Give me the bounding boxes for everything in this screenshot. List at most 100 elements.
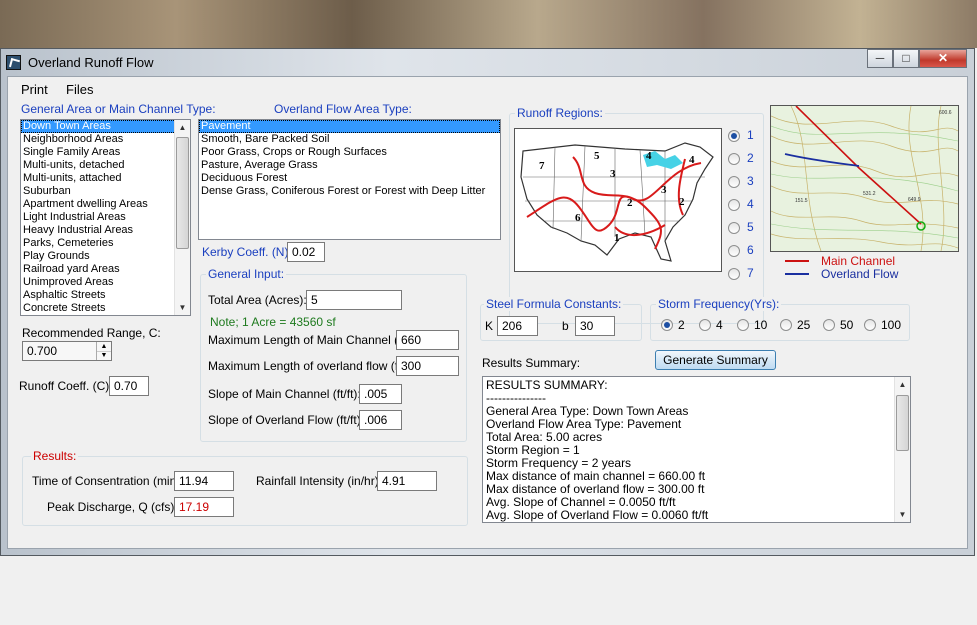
general-area-item[interactable]: Neighborhood Areas: [21, 133, 190, 146]
max-main-channel-field[interactable]: 660: [396, 330, 459, 350]
storm-radio-25[interactable]: [780, 319, 792, 331]
region-radio-label: 2: [747, 151, 754, 165]
overland-flow-item[interactable]: Deciduous Forest: [199, 172, 500, 185]
results-scroll-thumb[interactable]: [896, 395, 909, 451]
window-title: Overland Runoff Flow: [28, 55, 154, 70]
overland-flow-item[interactable]: Pavement: [199, 120, 500, 133]
peak-discharge-label: Peak Discharge, Q (cfs):: [47, 500, 178, 514]
peak-discharge-field[interactable]: 17.19: [174, 497, 234, 517]
overland-flow-item[interactable]: Poor Grass, Crops or Rough Surfaces: [199, 146, 500, 159]
title-bar[interactable]: Overland Runoff Flow ─ □ ✕: [1, 49, 974, 76]
acre-note: Note; 1 Acre = 43560 sf: [210, 315, 336, 329]
kerby-label: Kerby Coeff. (N):: [202, 245, 292, 259]
tc-field[interactable]: 11.94: [174, 471, 234, 491]
results-scroll-down-icon[interactable]: ▼: [895, 507, 910, 522]
k-label: K: [485, 319, 494, 333]
storm-radio-50[interactable]: [823, 319, 835, 331]
general-area-item[interactable]: Play Grounds: [21, 250, 190, 263]
storm-radio-2[interactable]: [661, 319, 673, 331]
overland-flow-list[interactable]: Pavement Smooth, Bare Packed Soil Poor Gra…: [198, 119, 501, 240]
region-radio-label: 7: [747, 266, 754, 280]
storm-radio-label: 100: [881, 318, 902, 332]
general-area-item[interactable]: Heavy Industrial Areas: [21, 224, 190, 237]
general-area-list[interactable]: Down Town Areas Neighborhood Areas Single …: [20, 119, 191, 316]
general-area-scrollbar[interactable]: ▲ ▼: [174, 120, 190, 315]
region-radio-1[interactable]: [728, 130, 740, 142]
general-area-item[interactable]: Asphaltic Streets: [21, 289, 190, 302]
runoff-regions-label: Runoff Regions:: [515, 106, 605, 120]
runoff-coeff-field[interactable]: 0.70: [109, 376, 149, 396]
results-group: Results: Time of Consentration (min): 11…: [22, 449, 468, 526]
generate-summary-button[interactable]: Generate Summary: [655, 350, 776, 370]
general-area-item[interactable]: Concrete Streets: [21, 302, 190, 315]
region-radio-7[interactable]: [728, 268, 740, 280]
total-area-field[interactable]: 5: [306, 290, 402, 310]
slope-main-field[interactable]: .005: [359, 384, 402, 404]
maximize-button[interactable]: □: [893, 49, 919, 68]
slope-overland-field[interactable]: .006: [359, 410, 402, 430]
topo-map: 600.6 151.5 531.2 649.9: [770, 105, 959, 252]
map-region-label: 2: [627, 197, 633, 209]
storm-radio-label: 25: [797, 318, 811, 332]
results-scroll-up-icon[interactable]: ▲: [895, 377, 910, 392]
recommended-range-spinner[interactable]: 0.700 ▲ ▼: [22, 341, 112, 361]
general-input-label: General Input:: [206, 267, 287, 281]
storm-radio-10[interactable]: [737, 319, 749, 331]
scroll-thumb[interactable]: [176, 137, 189, 249]
summary-line: Avg. Slope of Overland Flow = 0.0060 ft/…: [486, 508, 709, 522]
general-area-item[interactable]: Railroad yard Areas: [21, 263, 190, 276]
storm-radio-4[interactable]: [699, 319, 711, 331]
overland-flow-item[interactable]: Dense Grass, Coniferous Forest or Forest…: [199, 185, 500, 198]
results-summary-textbox[interactable]: RESULTS SUMMARY: --------------- General A…: [482, 376, 911, 523]
map-region-label: 5: [594, 150, 600, 162]
storm-frequency-group: Storm Frequency(Yrs): 2 4 10 25 50 100: [650, 297, 910, 341]
region-radio-label: 4: [747, 197, 754, 211]
general-area-item[interactable]: Unimproved Areas: [21, 276, 190, 289]
desktop-background-bottom: [0, 556, 977, 625]
general-area-item[interactable]: Suburban: [21, 185, 190, 198]
k-field[interactable]: 206: [497, 316, 538, 336]
general-area-item[interactable]: Light Industrial Areas: [21, 211, 190, 224]
general-area-item[interactable]: Down Town Areas: [21, 120, 190, 133]
rainfall-intensity-field[interactable]: 4.91: [377, 471, 437, 491]
menu-files[interactable]: Files: [66, 82, 93, 97]
overland-flow-legend-swatch: [785, 273, 809, 275]
max-main-channel-label: Maximum Length of Main Channel (ft):: [208, 333, 413, 347]
b-field[interactable]: 30: [575, 316, 615, 336]
scroll-down-icon[interactable]: ▼: [175, 300, 190, 315]
region-radio-label: 1: [747, 128, 754, 142]
general-area-item[interactable]: Multi-units, attached: [21, 172, 190, 185]
close-button[interactable]: ✕: [919, 49, 967, 68]
overland-flow-item[interactable]: Smooth, Bare Packed Soil: [199, 133, 500, 146]
overland-flow-legend-label: Overland Flow: [821, 267, 899, 281]
region-radio-4[interactable]: [728, 199, 740, 211]
recommended-range-label: Recommended Range, C:: [22, 326, 161, 340]
region-radio-5[interactable]: [728, 222, 740, 234]
general-area-item[interactable]: Apartment dwelling Areas: [21, 198, 190, 211]
us-regions-map-svg: 7 5 4 4 3 3 6 2 2 1: [520, 142, 714, 262]
map-region-label: 7: [539, 160, 545, 172]
overland-flow-item[interactable]: Pasture, Average Grass: [199, 159, 500, 172]
scroll-up-icon[interactable]: ▲: [175, 120, 190, 135]
menu-print[interactable]: Print: [21, 82, 48, 97]
general-area-item[interactable]: Single Family Areas: [21, 146, 190, 159]
region-radio-2[interactable]: [728, 153, 740, 165]
general-area-items: Down Town Areas Neighborhood Areas Single …: [21, 120, 190, 315]
storm-radio-label: 50: [840, 318, 854, 332]
kerby-field[interactable]: 0.02: [287, 242, 325, 262]
region-radio-3[interactable]: [728, 176, 740, 188]
storm-radio-100[interactable]: [864, 319, 876, 331]
tc-label: Time of Consentration (min):: [32, 474, 184, 488]
map-region-label: 3: [610, 168, 616, 180]
region-radio-label: 3: [747, 174, 754, 188]
max-overland-field[interactable]: 300: [396, 356, 459, 376]
results-summary-lines: RESULTS SUMMARY: --------------- General A…: [483, 377, 910, 522]
general-area-item[interactable]: Multi-units, detached: [21, 159, 190, 172]
minimize-button[interactable]: ─: [867, 49, 893, 68]
recommended-range-value: 0.700: [27, 344, 58, 358]
general-area-item[interactable]: Parks, Cemeteries: [21, 237, 190, 250]
b-label: b: [562, 319, 569, 333]
results-scrollbar[interactable]: ▲ ▼: [894, 377, 910, 522]
region-radio-6[interactable]: [728, 245, 740, 257]
spin-down-icon[interactable]: ▼: [96, 351, 111, 360]
